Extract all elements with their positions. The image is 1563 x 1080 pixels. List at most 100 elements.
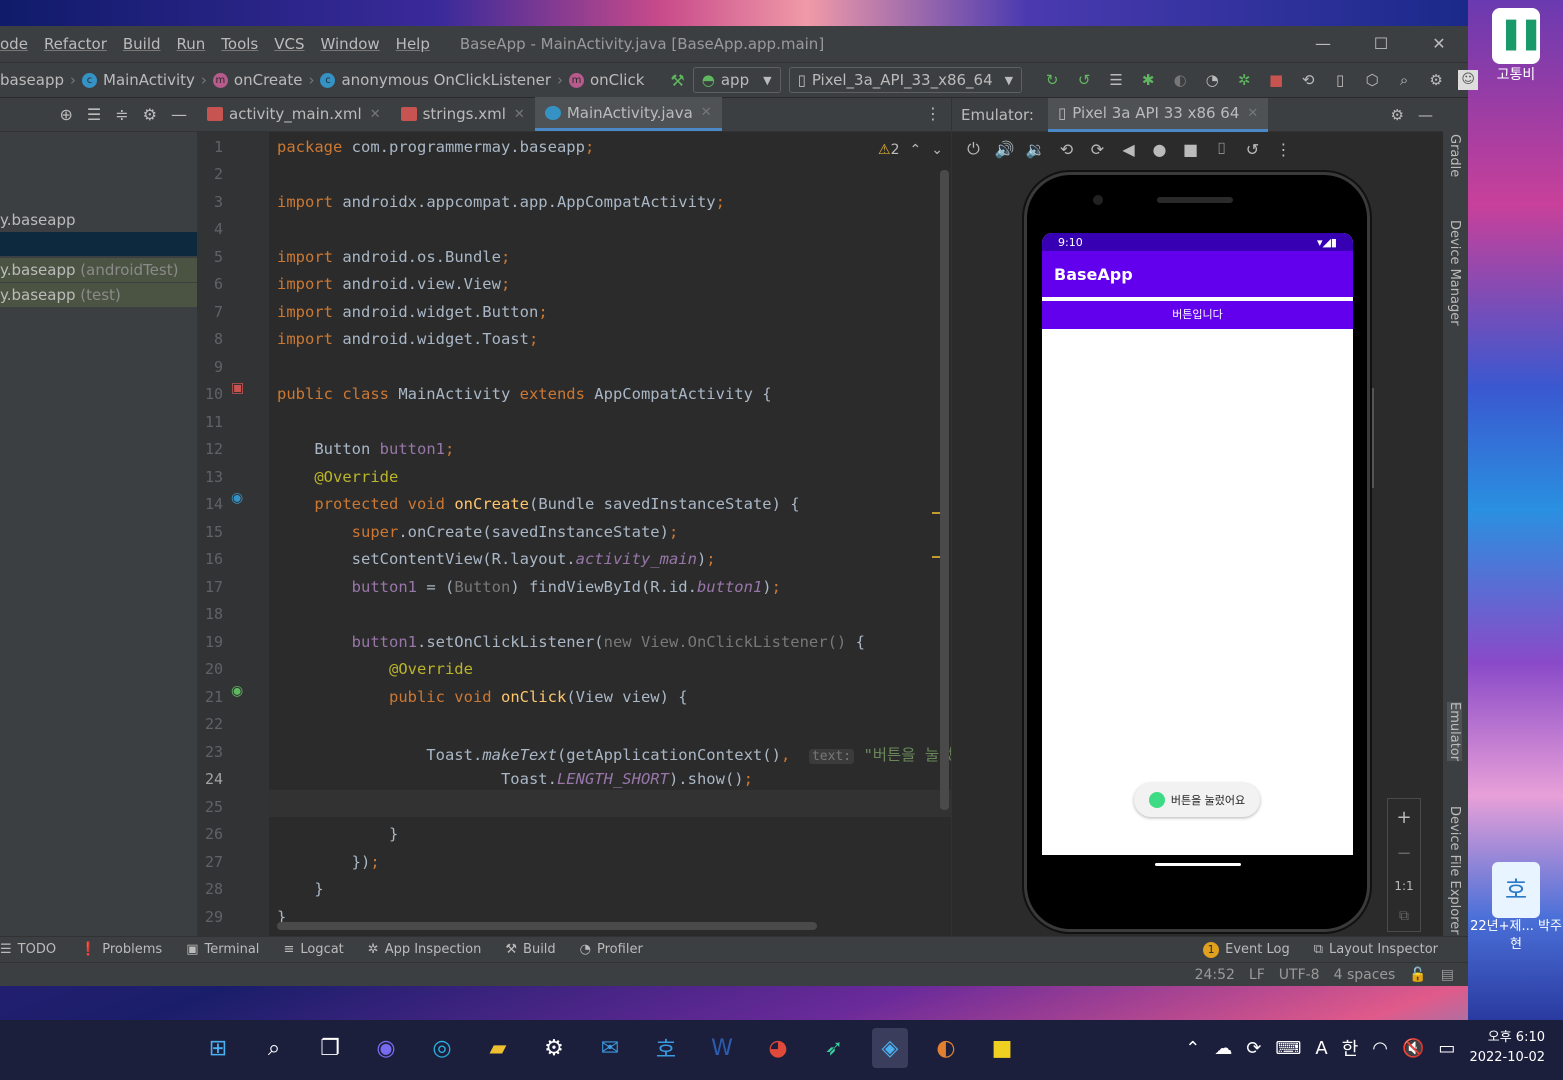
clock[interactable]: 오후 6:10 2022-10-02	[1469, 1028, 1545, 1068]
wifi-icon[interactable]: ◠	[1372, 1038, 1388, 1059]
debug-icon[interactable]: ✱	[1132, 71, 1164, 89]
device-screen[interactable]: 9:10 ▾◢▮ BaseApp 버튼입니다 버튼을 눌렀어요	[1042, 233, 1353, 855]
kakaotalk-icon[interactable]: ■	[984, 1028, 1020, 1068]
tool-gradle[interactable]: Gradle	[1447, 134, 1462, 177]
run-tests-icon[interactable]: ☰	[1100, 71, 1132, 89]
tree-item-selected[interactable]	[0, 232, 197, 256]
breadcrumb-anonymous[interactable]: anonymous OnClickListener	[341, 71, 551, 89]
stop-icon[interactable]: ■	[1260, 71, 1292, 89]
feather-app-icon[interactable]: ➶	[816, 1028, 852, 1068]
expand-all-icon[interactable]: ☰	[87, 105, 101, 124]
collapse-all-icon[interactable]: ≑	[115, 105, 128, 124]
zoom-actual-button[interactable]: 1:1	[1394, 879, 1413, 893]
tool-terminal[interactable]: ▣ Terminal	[186, 942, 259, 957]
profile-icon[interactable]: ◐	[1164, 71, 1196, 89]
sync-icon[interactable]: ⟳	[1246, 1038, 1261, 1059]
caret-position[interactable]: 24:52	[1195, 967, 1235, 983]
crosshair-icon[interactable]: ⊕	[60, 105, 73, 124]
attach-debugger-icon[interactable]: ◔	[1196, 71, 1228, 89]
breadcrumb-class[interactable]: MainActivity	[103, 71, 195, 89]
hangul-icon[interactable]: 호	[648, 1028, 684, 1068]
snapshot-icon[interactable]: ↺	[1237, 140, 1268, 159]
tool-emulator[interactable]: Emulator	[1447, 702, 1462, 762]
indent-setting[interactable]: 4 spaces	[1334, 967, 1396, 983]
desktop-icon-doc[interactable]: 호 22년+제... 박주현	[1470, 862, 1562, 954]
start-icon[interactable]: ⊞	[200, 1028, 236, 1068]
device-manager-icon[interactable]: ▯	[1324, 71, 1356, 89]
search-icon[interactable]: ⌕	[1388, 71, 1420, 89]
horizontal-scrollbar[interactable]	[277, 922, 817, 930]
menu-code[interactable]: ode	[0, 35, 36, 53]
cloud-icon[interactable]: ☁	[1214, 1038, 1232, 1059]
volume-up-icon[interactable]: 🔊	[989, 140, 1020, 159]
breadcrumb-onclick[interactable]: onClick	[590, 71, 644, 89]
menu-window[interactable]: Window	[313, 35, 388, 53]
breadcrumb-project[interactable]: baseapp	[0, 71, 64, 89]
android-studio-icon[interactable]: ◈	[872, 1028, 908, 1068]
settings-icon[interactable]: ⚙	[536, 1028, 572, 1068]
tree-item[interactable]: y.baseapp (androidTest)	[0, 258, 197, 282]
tool-logcat[interactable]: ≡ Logcat	[283, 942, 343, 957]
task-view-icon[interactable]: ❐	[312, 1028, 348, 1068]
tool-app-inspection[interactable]: ✲ App Inspection	[368, 942, 482, 957]
gesture-nav-bar[interactable]	[1155, 863, 1241, 866]
menu-help[interactable]: Help	[388, 35, 438, 53]
notifications-icon[interactable]: ▤	[1441, 967, 1454, 983]
gear-icon[interactable]: ⚙	[143, 105, 157, 124]
vertical-scrollbar[interactable]	[940, 170, 949, 810]
word-icon[interactable]: W	[704, 1028, 740, 1068]
breadcrumb-method[interactable]: onCreate	[234, 71, 303, 89]
app-button[interactable]: 버튼입니다	[1042, 301, 1353, 329]
zoom-in-button[interactable]: +	[1396, 807, 1411, 828]
tab-activity-main-xml[interactable]: activity_main.xml ✕	[197, 97, 391, 131]
home-icon[interactable]: ●	[1144, 140, 1175, 159]
gear-icon[interactable]: ⚙	[1391, 106, 1404, 124]
gear-icon[interactable]: ⚙	[1420, 71, 1452, 89]
tool-event-log[interactable]: 1 Event Log	[1203, 941, 1290, 958]
mail-icon[interactable]: ✉	[592, 1028, 628, 1068]
rotate-right-icon[interactable]: ⟳	[1082, 140, 1113, 159]
tab-mainactivity-java[interactable]: MainActivity.java ✕	[534, 97, 722, 131]
volume-down-icon[interactable]: 🔉	[1020, 140, 1051, 159]
more-tabs-icon[interactable]: ⋮	[915, 104, 951, 131]
language-indicator[interactable]: 한	[1342, 1035, 1359, 1061]
mute-icon[interactable]: 🔇	[1402, 1038, 1424, 1059]
more-icon[interactable]: ⋮	[1268, 140, 1299, 159]
run-config-select[interactable]: ◓ app ▼	[692, 67, 781, 93]
menu-run[interactable]: Run	[169, 35, 214, 53]
tree-item[interactable]: y.baseapp	[0, 208, 197, 232]
tool-device-manager[interactable]: Device Manager	[1447, 220, 1462, 326]
minimize-button[interactable]: —	[1294, 26, 1352, 62]
power-icon[interactable]: ⏻	[958, 139, 989, 159]
tool-device-file-explorer[interactable]: Device File Explorer	[1447, 806, 1462, 935]
tool-todo[interactable]: ☰ TODO	[0, 942, 56, 957]
emulator-device-tab[interactable]: ▯ Pixel 3a API 33 x86 64 ✕	[1047, 97, 1269, 132]
zoom-out-button[interactable]: −	[1396, 843, 1411, 864]
tool-problems[interactable]: ❗ Problems	[80, 942, 162, 957]
desktop-icon-app[interactable]: ▐▐ 고통비	[1470, 8, 1562, 84]
close-icon[interactable]: ✕	[514, 107, 525, 122]
menu-refactor[interactable]: Refactor	[36, 35, 115, 53]
sdk-manager-icon[interactable]: ⬡	[1356, 71, 1388, 89]
back-icon[interactable]: ◀	[1113, 140, 1144, 159]
avatar[interactable]: ☺	[1458, 70, 1479, 90]
close-icon[interactable]: ✕	[370, 107, 381, 122]
zoom-fit-button[interactable]: ⧉	[1399, 908, 1409, 924]
menu-vcs[interactable]: VCS	[266, 35, 312, 53]
tree-item[interactable]: y.baseapp (test)	[0, 283, 197, 307]
tool-profiler[interactable]: ◔ Profiler	[580, 942, 643, 957]
close-icon[interactable]: ✕	[701, 105, 712, 120]
maximize-button[interactable]: ☐	[1352, 26, 1410, 62]
close-button[interactable]: ✕	[1410, 26, 1468, 62]
ime-mode[interactable]: A	[1315, 1038, 1327, 1059]
override-gutter-icon[interactable]: ◉	[231, 490, 243, 506]
implements-gutter-icon[interactable]: ◉	[231, 683, 243, 699]
attach-process-icon[interactable]: ✲	[1228, 71, 1260, 89]
eclipse-icon[interactable]: ◐	[928, 1028, 964, 1068]
file-explorer-icon[interactable]: ▰	[480, 1028, 516, 1068]
line-separator[interactable]: LF	[1249, 967, 1265, 983]
hammer-icon[interactable]: ⚒	[670, 71, 684, 90]
hide-icon[interactable]: —	[1418, 106, 1433, 124]
keyboard-icon[interactable]: ⌨	[1275, 1038, 1301, 1059]
battery-icon[interactable]: ▭	[1438, 1038, 1455, 1059]
